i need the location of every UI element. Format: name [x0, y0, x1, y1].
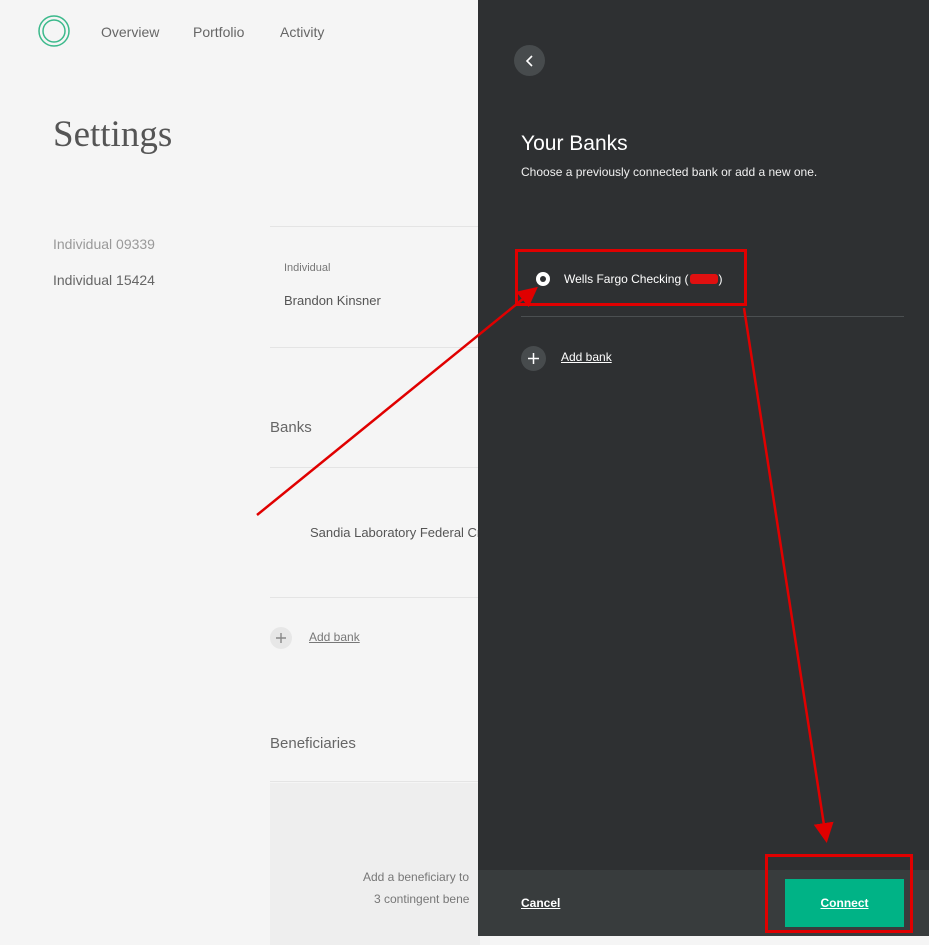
nav-activity[interactable]: Activity: [280, 24, 324, 40]
account-holder-name: Brandon Kinsner: [284, 293, 381, 308]
annotation-box-bank: [515, 249, 747, 306]
beneficiary-hint-line1: Add a beneficiary to: [363, 870, 470, 884]
beneficiary-hint-line2: 3 contingent bene: [374, 892, 470, 906]
annotation-box-connect: [765, 854, 913, 933]
cancel-button[interactable]: Cancel: [521, 896, 560, 910]
plus-icon[interactable]: [521, 346, 546, 371]
back-button[interactable]: [514, 45, 545, 76]
logo-icon[interactable]: [38, 15, 70, 47]
beneficiary-empty-box: [270, 783, 480, 945]
divider: [270, 781, 478, 782]
account-type-label: Individual: [284, 262, 331, 274]
panel-subtitle: Choose a previously connected bank or ad…: [521, 165, 818, 179]
beneficiaries-section-title: Beneficiaries: [270, 735, 356, 752]
divider: [270, 597, 478, 598]
page-title: Settings: [53, 114, 173, 155]
panel-title: Your Banks: [521, 132, 628, 155]
chevron-left-icon: [525, 54, 533, 67]
nav-portfolio[interactable]: Portfolio: [193, 24, 244, 40]
panel-add-bank-link[interactable]: Add bank: [561, 350, 612, 364]
divider: [270, 347, 478, 348]
add-bank-link[interactable]: Add bank: [309, 630, 360, 644]
account-item-09339[interactable]: Individual 09339: [53, 236, 155, 252]
divider: [270, 467, 478, 468]
banks-section-title: Banks: [270, 419, 312, 436]
add-bank-icon[interactable]: [270, 627, 292, 649]
bank-name: Sandia Laboratory Federal Cr: [310, 525, 478, 540]
divider: [270, 226, 478, 227]
nav-overview[interactable]: Overview: [101, 24, 159, 40]
divider: [521, 316, 904, 317]
account-item-15424[interactable]: Individual 15424: [53, 272, 155, 288]
